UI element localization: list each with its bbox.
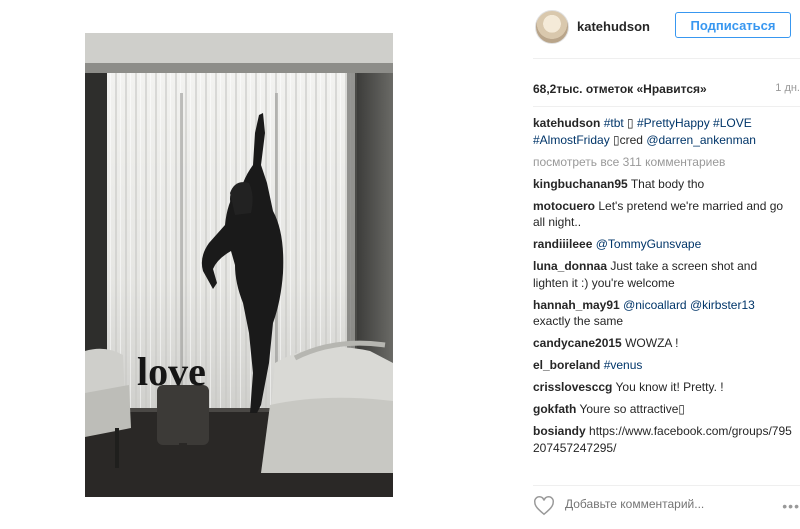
comment-text: Youre so attractive▯ <box>579 402 686 416</box>
comment-item: randiiileee @TommyGunsvape <box>533 236 795 253</box>
comment-item: candycane2015 WOWZA ! <box>533 335 795 352</box>
comment-item: motocuero Let's pretend we're married an… <box>533 198 795 231</box>
comment-text: WOWZA ! <box>625 336 679 350</box>
author-username[interactable]: katehudson <box>577 19 650 34</box>
comment-hashtag[interactable]: #venus <box>604 358 643 372</box>
love-sign: love <box>137 349 206 394</box>
more-options-icon[interactable]: ••• <box>782 498 800 514</box>
comment-user[interactable]: gokfath <box>533 402 576 416</box>
hashtag-prettyhappy[interactable]: #PrettyHappy <box>637 116 710 130</box>
comment-user[interactable]: luna_donnaa <box>533 259 607 273</box>
avatar[interactable] <box>535 10 569 44</box>
add-comment-row: ••• <box>533 495 800 517</box>
caption: katehudson #tbt ▯ #PrettyHappy #LOVE #Al… <box>533 115 795 148</box>
comment-item: luna_donnaa Just take a screen shot and … <box>533 258 795 291</box>
comment-user[interactable]: kingbuchanan95 <box>533 177 628 191</box>
comment-mention[interactable]: @kirbster13 <box>690 298 755 312</box>
mention-darren[interactable]: @darren_ankenman <box>646 133 756 147</box>
comment-item: bosiandy https://www.facebook.com/groups… <box>533 423 795 456</box>
comment-mention[interactable]: @TommyGunsvape <box>596 237 702 251</box>
post-header: katehudson Подписаться <box>533 10 800 46</box>
comment-item: hannah_may91 @nicoallard @kirbster13 exa… <box>533 297 795 330</box>
comment-item: crisslovesccg You know it! Pretty. ! <box>533 379 795 396</box>
post-sidebar: katehudson Подписаться 68,2тыс. отметок … <box>533 0 800 529</box>
comment-user[interactable]: bosiandy <box>533 424 586 438</box>
comment-text: That body tho <box>630 176 705 191</box>
comment-user[interactable]: motocuero <box>533 199 595 213</box>
comment-user[interactable]: candycane2015 <box>533 336 622 350</box>
hashtag-tbt[interactable]: #tbt <box>604 116 624 130</box>
comment-mention[interactable]: @nicoallard <box>623 298 687 312</box>
comment-user[interactable]: crisslovesccg <box>533 380 612 394</box>
follow-button[interactable]: Подписаться <box>675 12 791 38</box>
comment-item: kingbuchanan95 That body tho <box>533 176 795 193</box>
header-divider <box>533 58 800 59</box>
caption-author[interactable]: katehudson <box>533 116 600 130</box>
caption-cred: ▯cred <box>613 132 643 147</box>
comment-item: el_boreland #venus <box>533 357 795 374</box>
view-all-comments[interactable]: посмотреть все 311 комментариев <box>533 154 795 171</box>
likes-divider <box>533 106 800 107</box>
heart-icon[interactable] <box>533 495 555 517</box>
post-time[interactable]: 1 дн. <box>775 82 800 94</box>
post-photo[interactable]: love <box>85 33 393 497</box>
comment-text: You know it! Pretty. ! <box>615 380 724 394</box>
comment-text: exactly the same <box>533 314 624 328</box>
caption-symbol: ▯ <box>627 116 634 130</box>
comment-user[interactable]: hannah_may91 <box>533 298 620 312</box>
comments-list: katehudson #tbt ▯ #PrettyHappy #LOVE #Al… <box>533 115 795 462</box>
actions-divider <box>533 485 800 486</box>
comment-item: gokfath Youre so attractive▯ <box>533 401 795 418</box>
likes-row: 68,2тыс. отметок «Нравится» 1 дн. <box>533 82 800 96</box>
view-all-label[interactable]: посмотреть все 311 комментариев <box>533 155 725 169</box>
comment-user[interactable]: randiiileee <box>533 237 592 251</box>
hashtag-love[interactable]: #LOVE <box>713 116 752 130</box>
comment-user[interactable]: el_boreland <box>533 358 600 372</box>
add-comment-input[interactable] <box>565 497 765 511</box>
hashtag-almostfriday[interactable]: #AlmostFriday <box>533 133 610 147</box>
likes-count[interactable]: 68,2тыс. отметок «Нравится» <box>533 82 707 96</box>
